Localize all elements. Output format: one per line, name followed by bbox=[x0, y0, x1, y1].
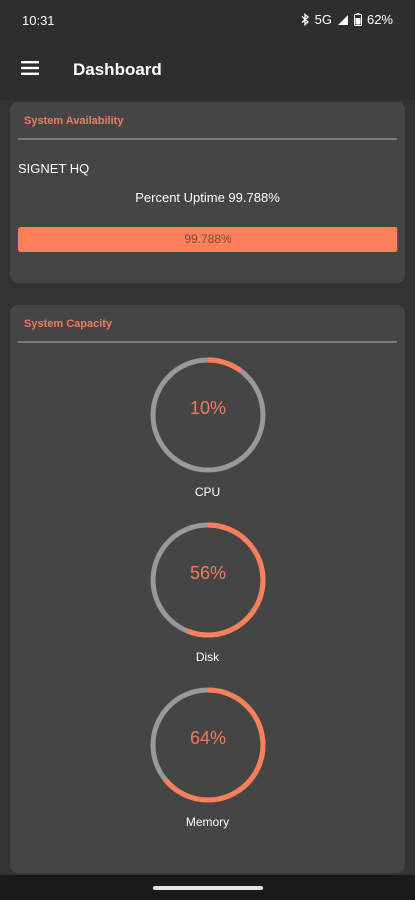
disk-gauge-label: Disk bbox=[195, 650, 220, 664]
card-title: System Capacity bbox=[24, 318, 113, 330]
cpu-gauge-value: 10% bbox=[189, 398, 227, 418]
card-header: System Capacity bbox=[18, 305, 397, 343]
disk-gauge-value: 56% bbox=[189, 563, 227, 583]
battery-percent: 62% bbox=[366, 12, 393, 27]
home-gesture-handle[interactable] bbox=[153, 886, 263, 890]
status-bar: 10:31 5G 62% bbox=[0, 0, 415, 40]
battery-icon bbox=[353, 13, 362, 26]
memory-gauge-label: Memory bbox=[185, 815, 230, 829]
network-type: 5G bbox=[314, 12, 332, 27]
page-title: Dashboard bbox=[73, 60, 162, 79]
uptime-progress-bar: 99.788% bbox=[18, 227, 398, 252]
status-time: 10:31 bbox=[22, 13, 55, 28]
app-bar: Dashboard bbox=[0, 40, 415, 100]
app-screen: 10:31 5G 62% Dashboard System Availabili… bbox=[0, 0, 415, 900]
memory-gauge-value: 64% bbox=[189, 728, 227, 748]
card-header: System Availability bbox=[18, 102, 397, 140]
cpu-gauge: 10% CPU bbox=[10, 355, 405, 505]
uptime-text: Percent Uptime 99.788% bbox=[135, 190, 280, 205]
bluetooth-icon bbox=[300, 13, 310, 26]
signal-icon bbox=[337, 14, 349, 26]
navigation-bar bbox=[0, 875, 415, 900]
status-icons: 5G 62% bbox=[300, 12, 393, 27]
card-title: System Availability bbox=[24, 115, 124, 127]
disk-gauge: 56% Disk bbox=[10, 520, 405, 670]
cpu-gauge-label: CPU bbox=[194, 485, 221, 499]
uptime-progress-label: 99.788% bbox=[184, 232, 232, 246]
hamburger-menu-icon bbox=[20, 60, 40, 80]
system-capacity-card: System Capacity 10% CPU 56% Disk 64% Mem… bbox=[10, 305, 405, 873]
memory-gauge: 64% Memory bbox=[10, 685, 405, 835]
menu-button[interactable] bbox=[12, 52, 48, 88]
system-availability-card: System Availability SIGNET HQ Percent Up… bbox=[10, 102, 405, 283]
site-name: SIGNET HQ bbox=[18, 161, 90, 176]
